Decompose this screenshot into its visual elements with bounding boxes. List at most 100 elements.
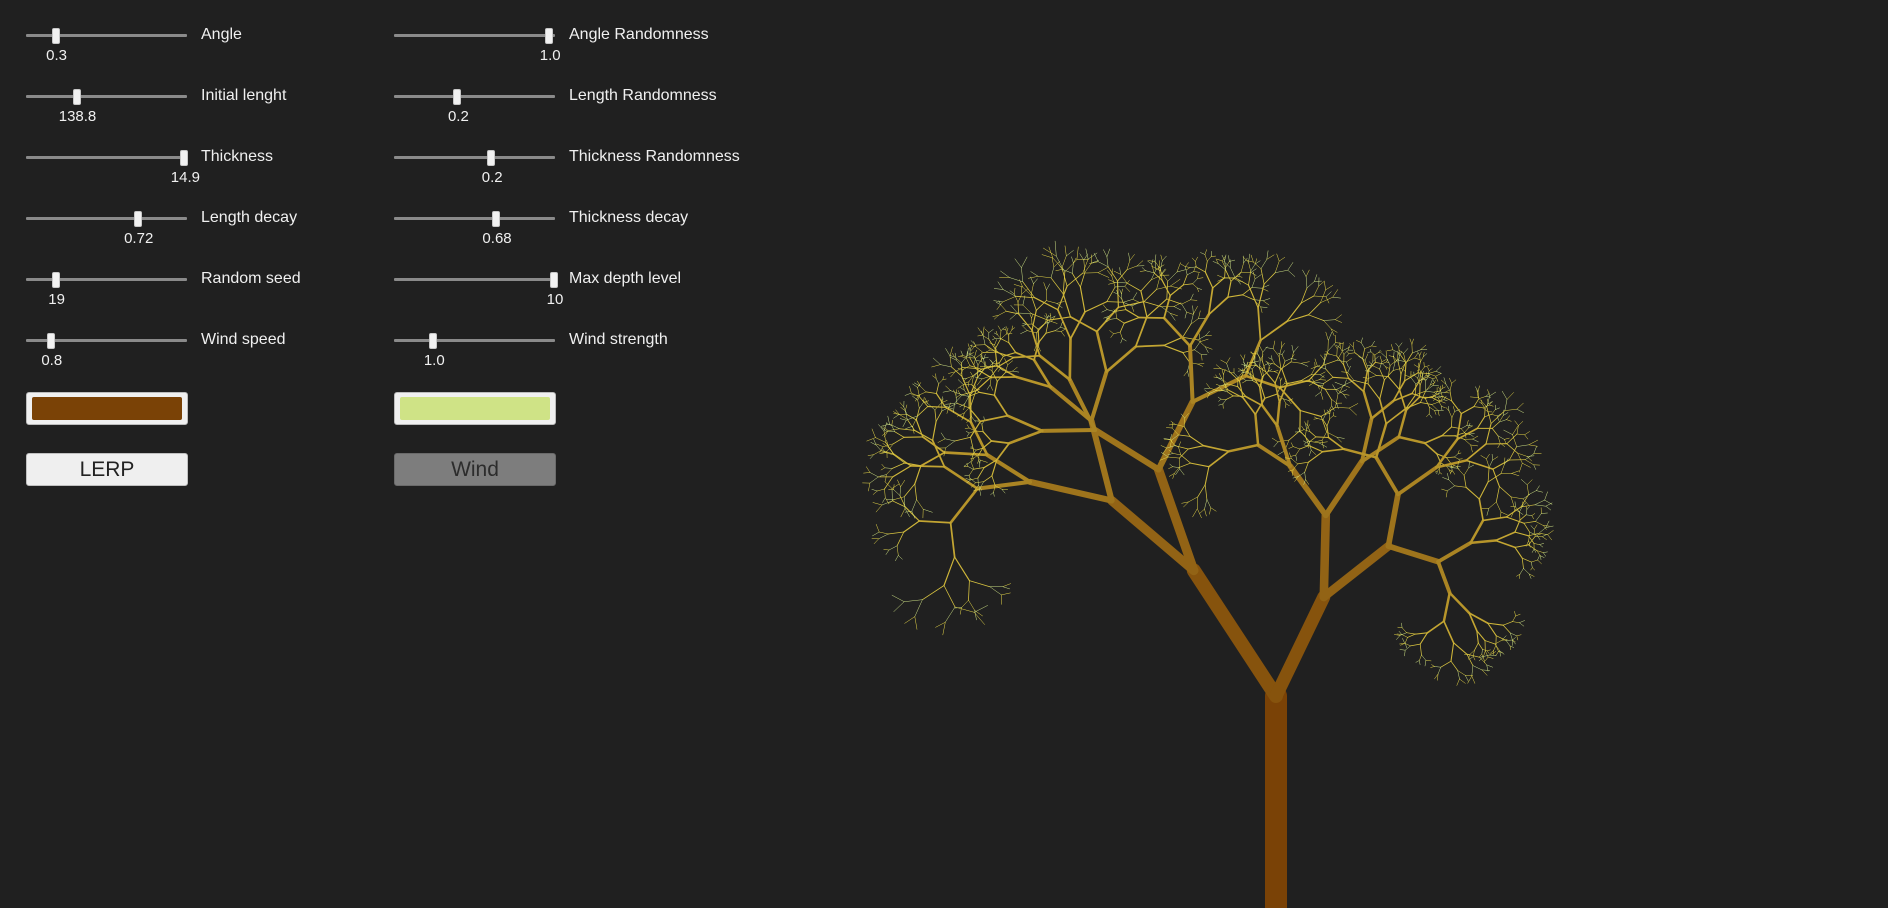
tree-branch: [1134, 344, 1165, 348]
tree-branch: [871, 428, 876, 438]
tree-branch: [1484, 408, 1486, 418]
tree-branch: [1374, 352, 1379, 356]
tree-branch: [1470, 396, 1479, 398]
tree-branch: [1192, 283, 1198, 289]
tree-branch: [1506, 415, 1511, 420]
tree-branch: [1495, 407, 1500, 410]
tree-branch: [1435, 373, 1442, 377]
tree-branch: [1526, 479, 1533, 485]
tree-branch: [1449, 377, 1452, 384]
tree-branch: [1512, 621, 1520, 623]
tree-branch: [1002, 296, 1017, 303]
tree-branch: [1172, 466, 1180, 468]
tree-branch: [1485, 396, 1491, 398]
tree-branch: [1481, 669, 1490, 671]
tree-branch: [974, 376, 983, 380]
tree-branch: [957, 390, 961, 396]
tree-branch: [1518, 421, 1524, 426]
tree-branch: [1523, 522, 1531, 533]
tree-branch: [1273, 370, 1279, 372]
tree-branch: [936, 383, 940, 394]
tree-branch: [1131, 305, 1135, 312]
tree-branch: [1547, 530, 1554, 535]
tree-branch: [1069, 316, 1098, 333]
tree-branch: [1310, 449, 1317, 456]
tree-branch: [1309, 436, 1317, 442]
tree-branch: [1122, 299, 1134, 303]
tree-branch: [1486, 453, 1490, 460]
tree-branch: [1387, 376, 1400, 391]
tree-branch: [1545, 502, 1553, 507]
tree-branch: [1197, 496, 1199, 509]
tree-branch: [1287, 269, 1296, 277]
tree-branch: [1506, 433, 1518, 445]
tree-branch: [1030, 271, 1039, 277]
tree-branch: [1398, 342, 1403, 348]
tree-branch: [888, 545, 898, 551]
tree-branch: [1049, 312, 1052, 319]
tree-branch: [875, 504, 883, 513]
tree-branch: [880, 467, 886, 471]
tree-branch: [991, 362, 993, 372]
tree-branch: [1447, 485, 1455, 492]
tree-branch: [1419, 654, 1422, 661]
tree-branch: [1332, 376, 1350, 379]
tree-branch: [1454, 432, 1465, 437]
tree-branch: [1022, 324, 1027, 326]
tree-branch: [1478, 396, 1487, 399]
tree-branch: [1268, 370, 1275, 372]
tree-branch: [1221, 369, 1224, 375]
tree-branch: [1537, 554, 1540, 561]
tree-branch: [1173, 306, 1181, 311]
tree-branch: [1132, 292, 1138, 300]
tree-branch: [1125, 309, 1140, 319]
tree-branch: [1007, 429, 1044, 445]
tree-branch: [1038, 332, 1047, 343]
tree-branch: [1000, 304, 1007, 312]
tree-branch: [1457, 467, 1465, 476]
tree-branch: [1290, 442, 1294, 447]
tree-branch: [1539, 544, 1544, 548]
tree-branch: [1426, 620, 1445, 634]
tree-branch: [992, 335, 996, 339]
tree-branch: [1192, 508, 1198, 518]
tree-branch: [1242, 294, 1254, 300]
tree-branch: [1126, 260, 1131, 270]
tree-branch: [1424, 365, 1430, 368]
tree-branch: [1101, 309, 1108, 313]
tree-branch: [1396, 635, 1401, 640]
tree-branch: [887, 415, 890, 425]
tree-branch: [1326, 409, 1330, 414]
tree-branch: [1533, 446, 1537, 455]
tree-branch: [940, 432, 946, 440]
tree-branch: [1238, 275, 1243, 278]
tree-branch: [1319, 379, 1327, 381]
tree-branch: [911, 394, 919, 396]
tree-branch: [1263, 272, 1276, 285]
tree-branch: [1516, 634, 1522, 637]
tree-branch: [960, 350, 964, 356]
tree-branch: [1541, 534, 1547, 537]
tree-branch: [1473, 656, 1476, 661]
tree-branch: [1036, 332, 1038, 344]
tree-branch: [1197, 484, 1206, 498]
tree-branch: [1139, 270, 1146, 272]
tree-branch: [1062, 293, 1072, 318]
tree-branch: [1528, 544, 1538, 551]
tree-branch: [969, 469, 974, 476]
tree-branch: [1251, 287, 1262, 289]
tree-branch: [1204, 254, 1208, 262]
tree-branch: [1224, 254, 1227, 261]
tree-branch: [1273, 371, 1279, 374]
tree-branch: [1526, 506, 1530, 510]
tree-branch: [1314, 440, 1323, 443]
tree-branch: [1314, 358, 1318, 367]
tree-branch: [903, 520, 920, 533]
tree-branch: [1487, 473, 1502, 483]
tree-branch: [1323, 376, 1334, 384]
tree-branch: [1199, 508, 1205, 514]
tree-branch: [1438, 386, 1441, 391]
tree-branch: [900, 479, 906, 487]
tree-branch: [898, 555, 903, 560]
tree-branch: [1468, 461, 1470, 468]
